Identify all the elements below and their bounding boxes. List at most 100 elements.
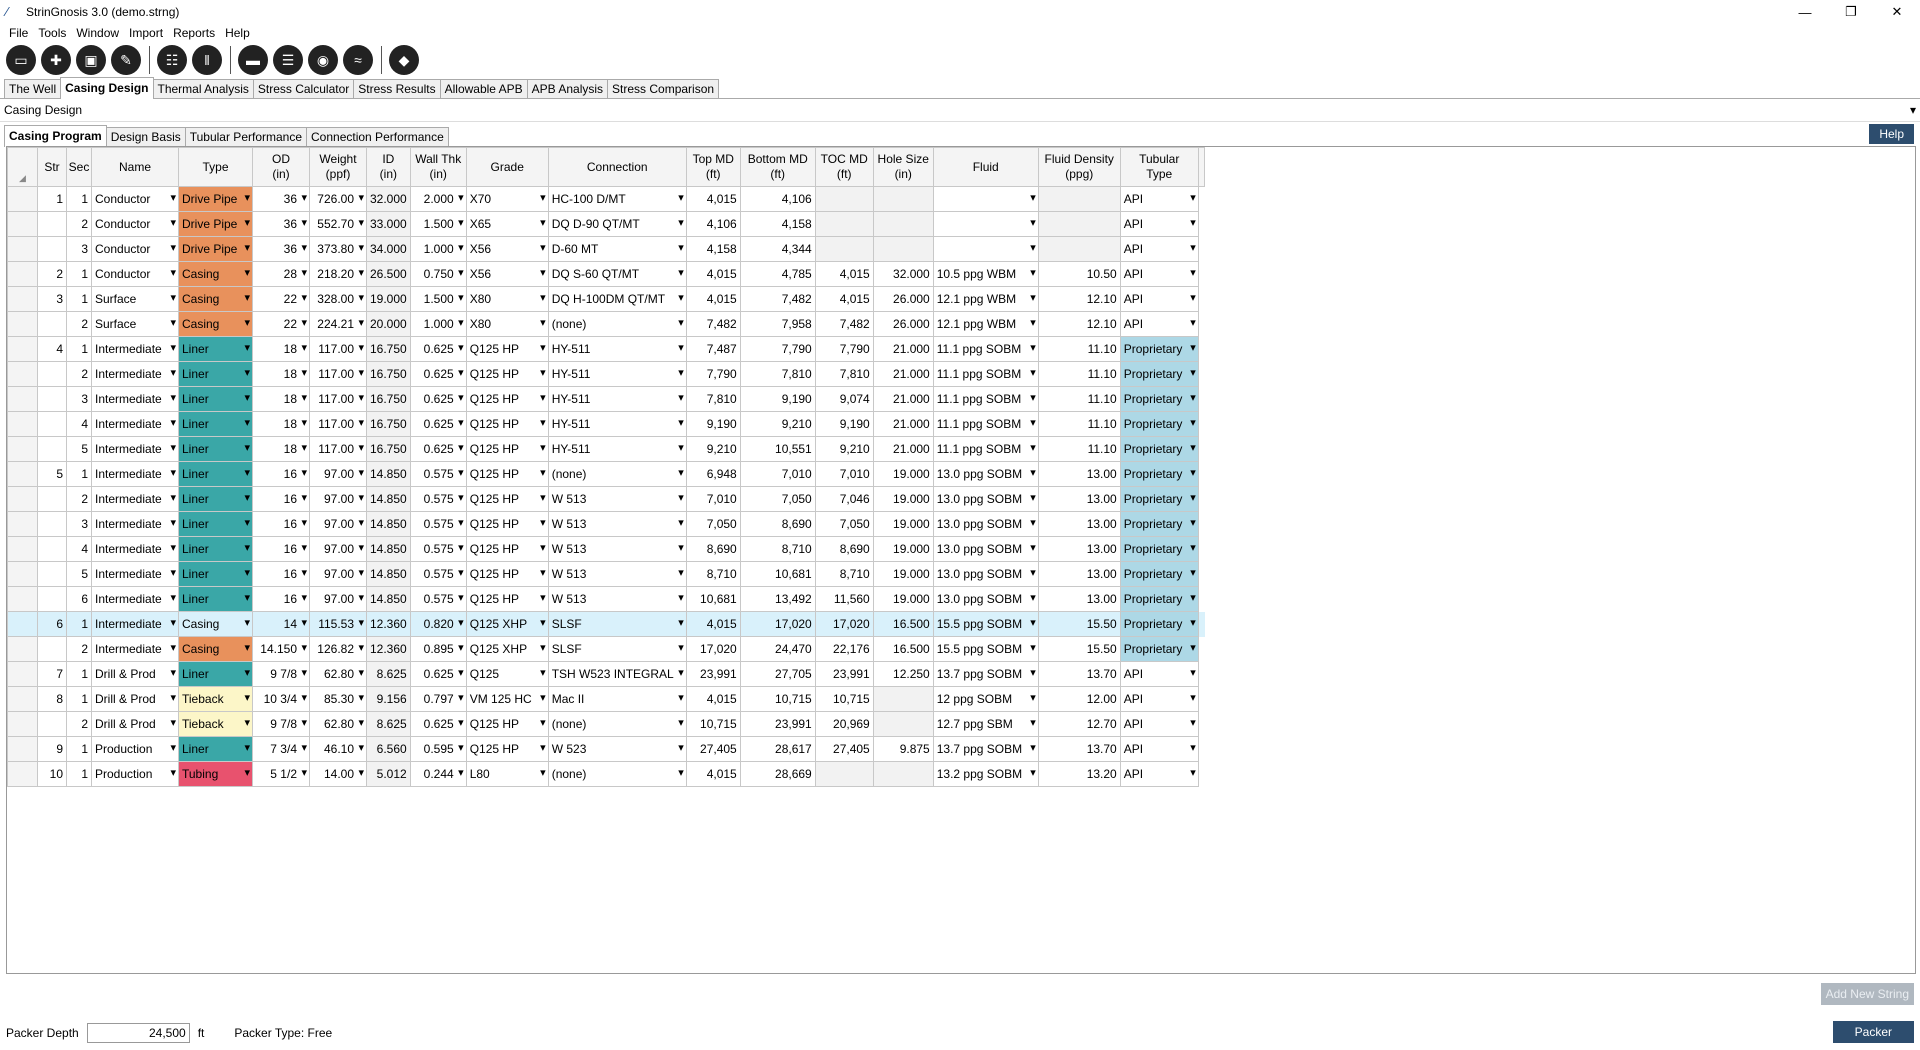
- tubular-type-select[interactable]: API: [1119, 186, 1199, 212]
- hole-size-cell[interactable]: 12.250: [872, 661, 934, 687]
- connection-select[interactable]: TSH W523 INTEGRAL: [547, 661, 687, 687]
- bottom-md-cell[interactable]: 28,617: [739, 736, 816, 762]
- connection-select[interactable]: W 513: [547, 536, 687, 562]
- row-header[interactable]: [7, 511, 38, 537]
- connection-select[interactable]: (none): [547, 461, 687, 487]
- name-select[interactable]: Drill & Prod: [91, 661, 179, 687]
- fluid-select[interactable]: 13.0 ppg SOBM: [932, 461, 1039, 487]
- wall-thickness-select[interactable]: 2.000: [409, 186, 467, 212]
- top-md-cell[interactable]: 10,681: [685, 586, 741, 612]
- row-header[interactable]: [7, 336, 38, 362]
- od-select[interactable]: 36: [252, 186, 310, 212]
- section-number-cell[interactable]: 1: [66, 736, 92, 762]
- type-select[interactable]: Casing: [178, 261, 253, 287]
- bottom-md-cell[interactable]: 7,810: [739, 361, 816, 387]
- top-md-cell[interactable]: 6,948: [685, 461, 741, 487]
- type-select[interactable]: Liner: [178, 486, 253, 512]
- tab-stress-results[interactable]: Stress Results: [353, 79, 441, 98]
- row-header[interactable]: [7, 636, 38, 662]
- type-select[interactable]: Liner: [178, 436, 253, 462]
- tubular-type-select[interactable]: API: [1119, 286, 1199, 312]
- menu-import[interactable]: Import: [124, 26, 168, 40]
- name-select[interactable]: Intermediate: [91, 561, 179, 587]
- od-select[interactable]: 9 7/8: [252, 661, 310, 687]
- open-folder-icon[interactable]: ▭: [6, 45, 36, 75]
- column-header[interactable]: Bottom MD (ft): [739, 147, 816, 187]
- table-row[interactable]: 91ProductionLiner7 3/446.106.5600.595Q12…: [7, 736, 1205, 762]
- tab-thermal-analysis[interactable]: Thermal Analysis: [152, 79, 254, 98]
- wall-thickness-select[interactable]: 0.595: [409, 736, 467, 762]
- hole-size-cell[interactable]: 26.000: [872, 311, 934, 337]
- toc-md-cell[interactable]: 22,176: [814, 636, 874, 662]
- bottom-md-cell[interactable]: 7,050: [739, 486, 816, 512]
- bottom-md-cell[interactable]: 13,492: [739, 586, 816, 612]
- top-md-cell[interactable]: 4,015: [685, 611, 741, 637]
- type-select[interactable]: Liner: [178, 361, 253, 387]
- name-select[interactable]: Intermediate: [91, 636, 179, 662]
- bottom-md-cell[interactable]: 23,991: [739, 711, 816, 737]
- toc-md-cell[interactable]: 8,710: [814, 561, 874, 587]
- table-row[interactable]: 6IntermediateLiner1697.0014.8500.575Q125…: [7, 586, 1205, 612]
- wall-thickness-select[interactable]: 0.895: [409, 636, 467, 662]
- weight-select[interactable]: 97.00: [309, 586, 367, 612]
- column-header[interactable]: TOC MD (ft): [814, 147, 874, 187]
- fluid-select[interactable]: 11.1 ppg SOBM: [932, 336, 1039, 362]
- connection-select[interactable]: HC-100 D/MT: [547, 186, 687, 212]
- top-md-cell[interactable]: 7,790: [685, 361, 741, 387]
- row-header[interactable]: [7, 186, 38, 212]
- top-md-cell[interactable]: 17,020: [685, 636, 741, 662]
- fluid-density-cell[interactable]: 13.00: [1037, 461, 1121, 487]
- string-number-cell[interactable]: 9: [37, 736, 67, 762]
- table-row[interactable]: 4IntermediateLiner1697.0014.8500.575Q125…: [7, 536, 1205, 562]
- string-number-cell[interactable]: 10: [37, 761, 67, 787]
- connection-select[interactable]: D-60 MT: [547, 236, 687, 262]
- grade-select[interactable]: Q125 HP: [465, 561, 549, 587]
- table-row[interactable]: 4IntermediateLiner18117.0016.7500.625Q12…: [7, 411, 1205, 437]
- fluid-density-cell[interactable]: 11.10: [1037, 336, 1121, 362]
- fluid-select[interactable]: 11.1 ppg SOBM: [932, 386, 1039, 412]
- section-number-cell[interactable]: 1: [66, 286, 92, 312]
- grade-select[interactable]: Q125: [465, 661, 549, 687]
- coupling-icon[interactable]: ◉: [308, 45, 338, 75]
- tubular-type-select[interactable]: Proprietary: [1119, 436, 1199, 462]
- fluid-density-cell[interactable]: 12.70: [1037, 711, 1121, 737]
- toc-md-cell[interactable]: 27,405: [814, 736, 874, 762]
- name-select[interactable]: Intermediate: [91, 486, 179, 512]
- name-select[interactable]: Intermediate: [91, 386, 179, 412]
- top-md-cell[interactable]: 10,715: [685, 711, 741, 737]
- weight-select[interactable]: 328.00: [309, 286, 367, 312]
- wall-thickness-select[interactable]: 1.500: [409, 211, 467, 237]
- connection-select[interactable]: W 513: [547, 511, 687, 537]
- fluid-select[interactable]: 11.1 ppg SOBM: [932, 436, 1039, 462]
- pipe-icon[interactable]: ▬: [238, 45, 268, 75]
- connection-select[interactable]: HY-511: [547, 336, 687, 362]
- wall-thickness-select[interactable]: 1.000: [409, 311, 467, 337]
- type-select[interactable]: Casing: [178, 311, 253, 337]
- column-header[interactable]: Fluid Density (ppg): [1037, 147, 1121, 187]
- connection-select[interactable]: W 513: [547, 561, 687, 587]
- hole-size-cell[interactable]: 19.000: [872, 486, 934, 512]
- hole-size-cell[interactable]: [872, 211, 934, 237]
- hole-size-cell[interactable]: [872, 711, 934, 737]
- string-number-cell[interactable]: 2: [37, 261, 67, 287]
- type-select[interactable]: Liner: [178, 336, 253, 362]
- fluid-select[interactable]: 15.5 ppg SOBM: [932, 611, 1039, 637]
- string-number-cell[interactable]: [37, 511, 67, 537]
- table-row[interactable]: 21ConductorCasing28218.2026.5000.750X56D…: [7, 261, 1205, 287]
- string-number-cell[interactable]: [37, 711, 67, 737]
- connection-select[interactable]: (none): [547, 761, 687, 787]
- section-number-cell[interactable]: 2: [66, 211, 92, 237]
- od-select[interactable]: 18: [252, 436, 310, 462]
- od-select[interactable]: 5 1/2: [252, 761, 310, 787]
- section-number-cell[interactable]: 2: [66, 636, 92, 662]
- hole-size-cell[interactable]: 19.000: [872, 561, 934, 587]
- tubular-type-select[interactable]: Proprietary: [1119, 561, 1199, 587]
- section-number-cell[interactable]: 5: [66, 436, 92, 462]
- toc-md-cell[interactable]: 20,969: [814, 711, 874, 737]
- string-number-cell[interactable]: 7: [37, 661, 67, 687]
- weight-select[interactable]: 62.80: [309, 711, 367, 737]
- bottom-md-cell[interactable]: 10,681: [739, 561, 816, 587]
- name-select[interactable]: Production: [91, 736, 179, 762]
- row-header[interactable]: [7, 611, 38, 637]
- column-header[interactable]: Fluid: [932, 147, 1039, 187]
